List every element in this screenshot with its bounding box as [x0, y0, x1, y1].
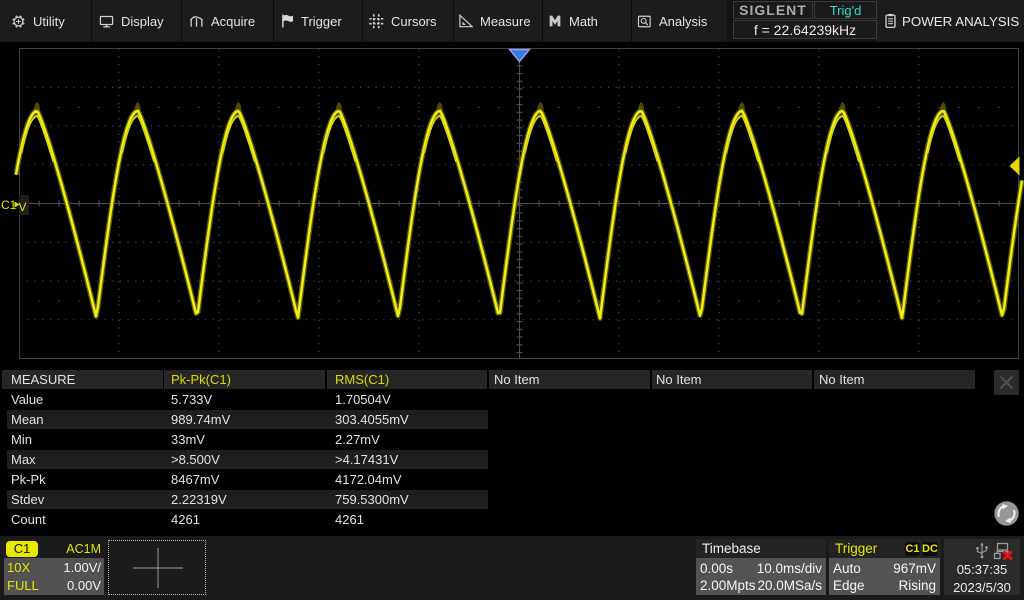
svg-text:C1: C1: [1, 198, 17, 212]
svg-text:V: V: [19, 200, 27, 214]
